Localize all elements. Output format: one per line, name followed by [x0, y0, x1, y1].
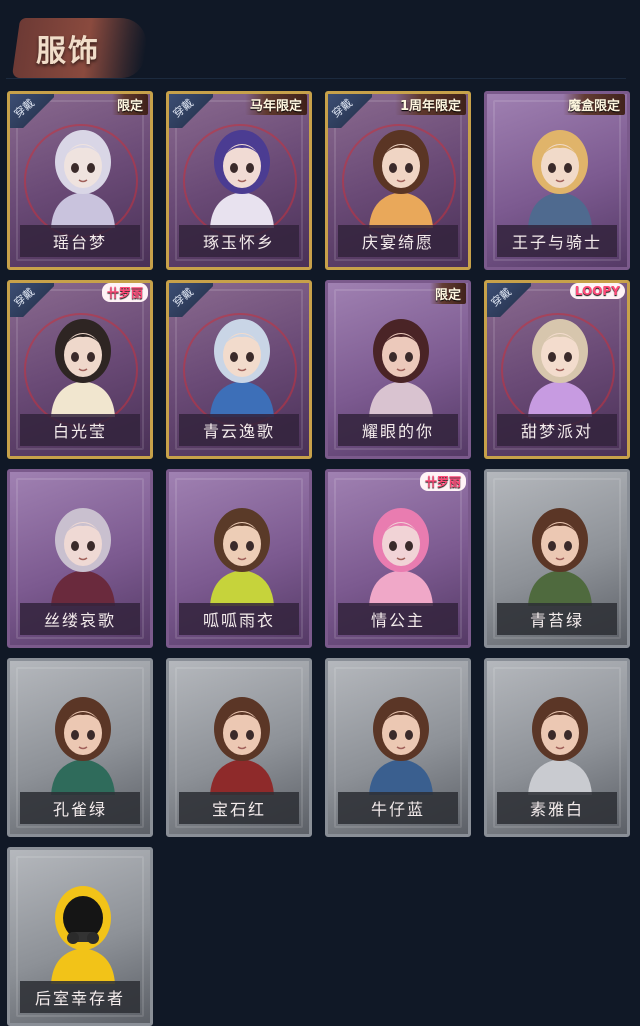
costume-card[interactable]: 孔雀绿: [7, 658, 153, 837]
character-portrait: [210, 130, 274, 228]
limited-badge: 马年限定: [244, 94, 307, 115]
character-portrait: [528, 508, 592, 606]
character-portrait: [369, 130, 433, 228]
limited-badge: 限定: [429, 283, 466, 304]
equipped-tag-label: 穿戴: [329, 96, 355, 121]
costume-name: 素雅白: [497, 792, 617, 824]
equipped-tag: 穿戴: [328, 94, 372, 128]
character-portrait: [51, 130, 115, 228]
limited-badge: 1周年限定: [394, 94, 466, 115]
costume-card[interactable]: 呱呱雨衣: [166, 469, 312, 648]
character-portrait: [51, 697, 115, 795]
character-portrait: [51, 508, 115, 606]
character-portrait: [528, 697, 592, 795]
costume-name: 白光莹: [20, 414, 140, 446]
equipped-tag: 穿戴: [487, 283, 531, 317]
costume-name: 后室幸存者: [20, 981, 140, 1013]
equipped-tag-label: 穿戴: [170, 96, 196, 121]
costume-card[interactable]: 穿戴 1周年限定庆宴绮愿: [325, 91, 471, 270]
costume-card[interactable]: 穿戴 马年限定琢玉怀乡: [166, 91, 312, 270]
limited-badge: 卄罗丽: [101, 283, 148, 302]
costume-card[interactable]: 魔盒限定王子与骑士: [484, 91, 630, 270]
equipped-tag: 穿戴: [169, 94, 213, 128]
character-portrait: [528, 319, 592, 417]
character-portrait: [210, 319, 274, 417]
character-portrait: [369, 697, 433, 795]
limited-badge: LOOPY: [569, 283, 625, 299]
equipped-tag-label: 穿戴: [488, 285, 514, 310]
section-title: 服饰: [36, 34, 100, 69]
equipped-tag-label: 穿戴: [170, 285, 196, 310]
character-portrait: [210, 697, 274, 795]
costume-card[interactable]: 后室幸存者: [7, 847, 153, 1026]
character-portrait: [210, 508, 274, 606]
limited-badge: 限定: [111, 94, 148, 115]
limited-badge: 魔盒限定: [562, 94, 625, 115]
costume-name: 庆宴绮愿: [338, 225, 458, 257]
costume-name: 青云逸歌: [179, 414, 299, 446]
costume-card[interactable]: 青苔绿: [484, 469, 630, 648]
section-header: 服饰: [6, 8, 626, 79]
costume-card[interactable]: 卄罗丽情公主: [325, 469, 471, 648]
costume-name: 情公主: [338, 603, 458, 635]
costume-card[interactable]: 穿戴 LOOPY 甜梦派对: [484, 280, 630, 459]
costume-name: 青苔绿: [497, 603, 617, 635]
costume-card[interactable]: 宝石红: [166, 658, 312, 837]
costume-card[interactable]: 穿戴 卄罗丽白光莹: [7, 280, 153, 459]
costume-name: 甜梦派对: [497, 414, 617, 446]
equipped-tag: 穿戴: [10, 94, 54, 128]
costume-name: 丝缕哀歌: [20, 603, 140, 635]
costume-card[interactable]: 丝缕哀歌: [7, 469, 153, 648]
equipped-tag: 穿戴: [169, 283, 213, 317]
character-portrait: [51, 319, 115, 417]
costume-name: 牛仔蓝: [338, 792, 458, 824]
character-portrait: [51, 886, 115, 984]
costume-name: 瑶台梦: [20, 225, 140, 257]
costume-name: 王子与骑士: [497, 225, 617, 257]
costume-card[interactable]: 牛仔蓝: [325, 658, 471, 837]
costume-card[interactable]: 素雅白: [484, 658, 630, 837]
character-portrait: [369, 508, 433, 606]
costume-name: 琢玉怀乡: [179, 225, 299, 257]
costume-card[interactable]: 穿戴青云逸歌: [166, 280, 312, 459]
limited-badge: 卄罗丽: [419, 472, 466, 491]
character-portrait: [528, 130, 592, 228]
equipped-tag-label: 穿戴: [11, 96, 37, 121]
character-portrait: [369, 319, 433, 417]
costume-name: 耀眼的你: [338, 414, 458, 446]
equipped-tag-label: 穿戴: [11, 285, 37, 310]
costume-name: 呱呱雨衣: [179, 603, 299, 635]
costume-card[interactable]: 限定耀眼的你: [325, 280, 471, 459]
equipped-tag: 穿戴: [10, 283, 54, 317]
costume-grid: 穿戴 限定 瑶台梦 穿戴 马年限定 琢玉怀乡 穿戴 1周年限定 庆宴绮愿 魔盒限定 王子与骑士 穿戴卄…: [7, 91, 633, 1026]
costume-name: 宝石红: [179, 792, 299, 824]
costume-card[interactable]: 穿戴 限定瑶台梦: [7, 91, 153, 270]
costume-name: 孔雀绿: [20, 792, 140, 824]
